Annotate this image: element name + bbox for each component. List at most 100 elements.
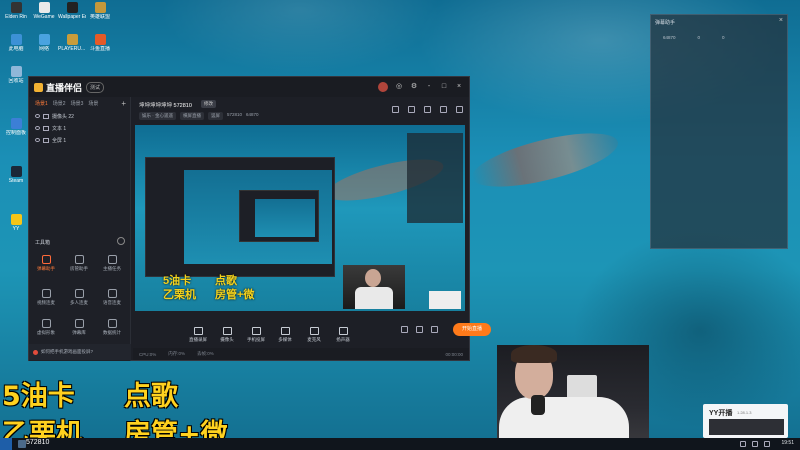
- orientation-chip[interactable]: 横屏直播: [180, 112, 204, 120]
- network-icon[interactable]: [752, 441, 758, 447]
- tool-multi-link[interactable]: 多人连麦: [64, 289, 94, 306]
- minimize-button[interactable]: -: [425, 83, 433, 91]
- desktop-icon-yy[interactable]: YY: [2, 214, 30, 232]
- lock-icon[interactable]: [408, 106, 415, 113]
- start-live-button[interactable]: 开始直播: [453, 323, 491, 336]
- yy-live-popup[interactable]: YY开播 1.28.1.3: [703, 404, 788, 438]
- tool-voice-link[interactable]: 语音连麦: [97, 289, 127, 306]
- toolbox-title: 工具箱: [35, 240, 51, 246]
- mic-icon: [309, 327, 319, 335]
- gift-icon[interactable]: [424, 106, 431, 113]
- panel-title: 弹幕助手: [655, 20, 676, 26]
- category-chip[interactable]: 娱乐 · 金心遥遥: [139, 112, 176, 120]
- share-screen-icon[interactable]: [392, 106, 399, 113]
- tool-stats[interactable]: 数据统计: [97, 319, 127, 336]
- tool-video-link[interactable]: 视频连麦: [31, 289, 61, 306]
- camera-icon: [222, 327, 232, 335]
- stream-header: 坤坤坤坤坤坤 572810 修改 娱乐 · 金心遥遥 横屏直播 竖屏 57281…: [133, 97, 469, 125]
- source-item-camera[interactable]: 摄像头 22: [29, 110, 130, 122]
- title-bar[interactable]: 直播伴侣 测试 ◎ ⚙ - □ ×: [29, 77, 469, 97]
- camera-button[interactable]: 摄像头: [213, 327, 241, 343]
- media-icon: [280, 327, 290, 335]
- webcam-window: [497, 345, 649, 450]
- eye-icon[interactable]: [35, 114, 40, 118]
- toolbox-settings-icon[interactable]: [117, 237, 125, 245]
- desktop-icon-wallpaper[interactable]: Wallpaper Engine: [58, 2, 86, 20]
- wallpaper-icon: [66, 2, 78, 13]
- danmaku-floating-panel[interactable]: 弹幕助手 × 64870 0 0: [650, 14, 788, 249]
- preview-webcam: [343, 265, 405, 309]
- desktop-icon-wegame[interactable]: WeGame: [30, 2, 58, 20]
- control-panel-icon: [10, 118, 22, 129]
- taskbar-app-icon[interactable]: [18, 440, 26, 448]
- desktop-icon-douyu[interactable]: 斗鱼直播: [86, 34, 114, 52]
- desktop-icon-pubg[interactable]: PLAYERU... BATTLEGR...: [58, 34, 86, 52]
- header-actions: [392, 106, 463, 113]
- tab-scene-more[interactable]: 场景: [88, 100, 98, 107]
- settings-icon[interactable]: ⚙: [410, 83, 418, 91]
- eye-icon[interactable]: [35, 126, 40, 130]
- tab-scene-2[interactable]: 场景2: [53, 100, 66, 107]
- computer-icon: [10, 34, 22, 45]
- speaker-icon: [338, 327, 348, 335]
- system-tray: [740, 441, 770, 447]
- stream-preview[interactable]: 5油卡 点歌 乙栗机 房管+微: [135, 125, 465, 311]
- speaker-button[interactable]: 扬声器: [329, 327, 357, 343]
- user-avatar[interactable]: [378, 82, 388, 92]
- stats-icon: [107, 319, 117, 328]
- league-icon: [94, 2, 106, 13]
- volume-icon[interactable]: [740, 441, 746, 447]
- close-icon[interactable]: ×: [779, 17, 783, 24]
- voice-icon: [107, 289, 117, 298]
- tool-danmaku[interactable]: 弹幕助手: [31, 255, 61, 272]
- preview-overlay-1a: 5油卡: [163, 275, 192, 287]
- vertical-chip[interactable]: 竖屏: [208, 112, 223, 120]
- start-button[interactable]: [0, 438, 12, 450]
- add-scene-button[interactable]: +: [121, 99, 126, 108]
- skin-icon[interactable]: ◎: [395, 83, 403, 91]
- screen-record-icon: [193, 327, 203, 335]
- desktop-icon-league[interactable]: 英雄联盟: [86, 2, 114, 20]
- shirt: [355, 287, 393, 309]
- taskbar-clock[interactable]: 19:51: [781, 440, 794, 446]
- share-icon[interactable]: [456, 106, 463, 113]
- room-meta: 娱乐 · 金心遥遥 横屏直播 竖屏 572810 64870: [139, 112, 259, 120]
- tab-scene-3[interactable]: 场景3: [71, 100, 84, 107]
- tool-tasks[interactable]: 主播任务: [97, 255, 127, 272]
- desktop-icon-computer[interactable]: 此电脑: [2, 34, 30, 52]
- tool-room-admin[interactable]: 房管助手: [64, 255, 94, 272]
- text-icon: [43, 125, 49, 131]
- desktop-icon-recycle[interactable]: 回收站: [2, 66, 30, 84]
- recycle-bin-icon: [10, 66, 22, 77]
- view-icon[interactable]: [416, 326, 423, 333]
- eye-icon[interactable]: [35, 138, 40, 142]
- source-item-text[interactable]: 文本 1: [29, 122, 130, 134]
- phone-cast-icon: [251, 327, 261, 335]
- record-icon[interactable]: [401, 326, 408, 333]
- tool-avatar[interactable]: 虚拟形象: [31, 319, 61, 336]
- maximize-button[interactable]: □: [440, 83, 448, 91]
- mic-button[interactable]: 麦克风: [300, 327, 328, 343]
- multi-user-icon: [74, 289, 84, 298]
- bell-icon[interactable]: [440, 106, 447, 113]
- version-badge: 测试: [86, 81, 105, 93]
- tool-danmaku-lib[interactable]: 弹幕库: [64, 319, 94, 336]
- help-notice[interactable]: 如何把手机游戏画面投屏?: [29, 344, 131, 360]
- media-button[interactable]: 多媒体: [271, 327, 299, 343]
- tab-scene-1[interactable]: 场景1: [35, 100, 48, 107]
- desktop-icon-control[interactable]: 控制面板: [2, 118, 30, 136]
- nested-preview-window-2: [239, 190, 319, 242]
- ime-icon[interactable]: [764, 441, 770, 447]
- desktop-icon-network[interactable]: 网络: [30, 34, 58, 52]
- douyu-icon: [94, 34, 106, 45]
- desktop-icon-steam[interactable]: Steam: [2, 166, 30, 184]
- phone-cast-button[interactable]: 手机投屏: [242, 327, 270, 343]
- screen-record-button[interactable]: 直播录屏: [184, 327, 212, 343]
- close-button[interactable]: ×: [455, 83, 463, 91]
- edit-room-button[interactable]: 修改: [201, 100, 216, 108]
- source-item-screen[interactable]: 全屏 1: [29, 134, 130, 146]
- gear-icon[interactable]: [431, 326, 438, 333]
- microphone: [531, 395, 545, 415]
- desktop-icon-game[interactable]: Elden Rin: [2, 2, 30, 20]
- app-logo-text: 直播伴侣: [46, 82, 83, 93]
